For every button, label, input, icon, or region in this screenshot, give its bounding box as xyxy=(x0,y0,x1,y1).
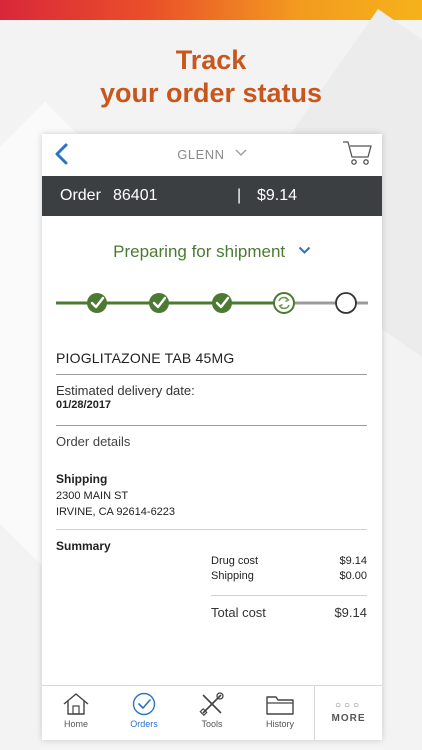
summary-title: Summary xyxy=(56,539,111,553)
app-screen: GLENN Order 86401 | $9.14 Preparing for … xyxy=(42,134,382,740)
tab-orders[interactable]: Orders xyxy=(110,686,178,740)
order-price: $9.14 xyxy=(257,187,298,204)
total-cost-label: Total cost xyxy=(211,605,266,620)
divider xyxy=(56,425,367,426)
shipment-progress-tracker xyxy=(56,292,368,314)
tab-home[interactable]: Home xyxy=(42,686,110,740)
tab-label: MORE xyxy=(331,713,366,724)
step-4-in-progress-icon xyxy=(273,292,295,314)
step-1-complete-icon xyxy=(87,293,107,313)
order-header-bar: Order 86401 | $9.14 xyxy=(42,176,382,216)
shipping-address-line-2: IRVINE, CA 92614-6223 xyxy=(56,506,176,518)
headline-line-1: Track xyxy=(175,45,247,75)
divider xyxy=(56,374,367,375)
tab-label: Tools xyxy=(201,719,223,729)
order-status-dropdown[interactable]: Preparing for shipment xyxy=(42,242,382,262)
tab-label: History xyxy=(265,719,294,729)
chevron-down-icon xyxy=(298,246,311,254)
bottom-tab-bar: Home Orders Tools History ○○○ MORE xyxy=(42,685,382,740)
step-5-pending-icon xyxy=(335,292,357,314)
tab-label: Home xyxy=(63,719,88,729)
headline-line-2: your order status xyxy=(99,78,323,108)
order-status-text: Preparing for shipment xyxy=(113,242,286,261)
summary-row-value: $9.14 xyxy=(339,555,367,567)
delivery-date-label: Estimated delivery date: xyxy=(56,383,195,398)
tab-label: Orders xyxy=(130,719,158,729)
shipping-address-line-1: 2300 MAIN ST xyxy=(56,490,129,502)
promo-headline: Track your order status xyxy=(0,44,422,110)
orders-check-icon xyxy=(132,692,156,716)
user-name-label: GLENN xyxy=(177,147,225,162)
step-2-complete-icon xyxy=(149,293,169,313)
cart-icon[interactable] xyxy=(342,139,372,167)
order-number: 86401 xyxy=(113,187,158,204)
step-3-complete-icon xyxy=(212,293,232,313)
chevron-down-icon xyxy=(235,149,247,156)
summary-row-value: $0.00 xyxy=(339,570,367,582)
order-separator: | xyxy=(237,187,242,204)
total-cost-value: $9.14 xyxy=(334,605,367,620)
tools-icon xyxy=(199,692,224,716)
tab-tools[interactable]: Tools xyxy=(178,686,246,740)
delivery-date-value: 01/28/2017 xyxy=(56,399,112,411)
folder-icon xyxy=(266,696,294,715)
summary-row-label: Shipping xyxy=(211,570,254,582)
home-icon xyxy=(63,693,89,715)
more-dots-icon: ○○○ xyxy=(334,700,363,711)
divider xyxy=(211,595,367,596)
drug-name: PIOGLITAZONE TAB 45MG xyxy=(56,350,235,366)
summary-row-label: Drug cost xyxy=(211,555,259,567)
divider xyxy=(56,529,367,530)
account-switcher[interactable]: GLENN xyxy=(42,147,382,162)
tab-more[interactable]: ○○○ MORE xyxy=(314,686,382,740)
tab-history[interactable]: History xyxy=(246,686,314,740)
top-nav: GLENN xyxy=(42,134,382,176)
order-label: Order xyxy=(60,187,101,204)
top-gradient-strip xyxy=(0,0,422,20)
order-details-link[interactable]: Order details xyxy=(56,434,130,449)
shipping-title: Shipping xyxy=(56,472,108,486)
